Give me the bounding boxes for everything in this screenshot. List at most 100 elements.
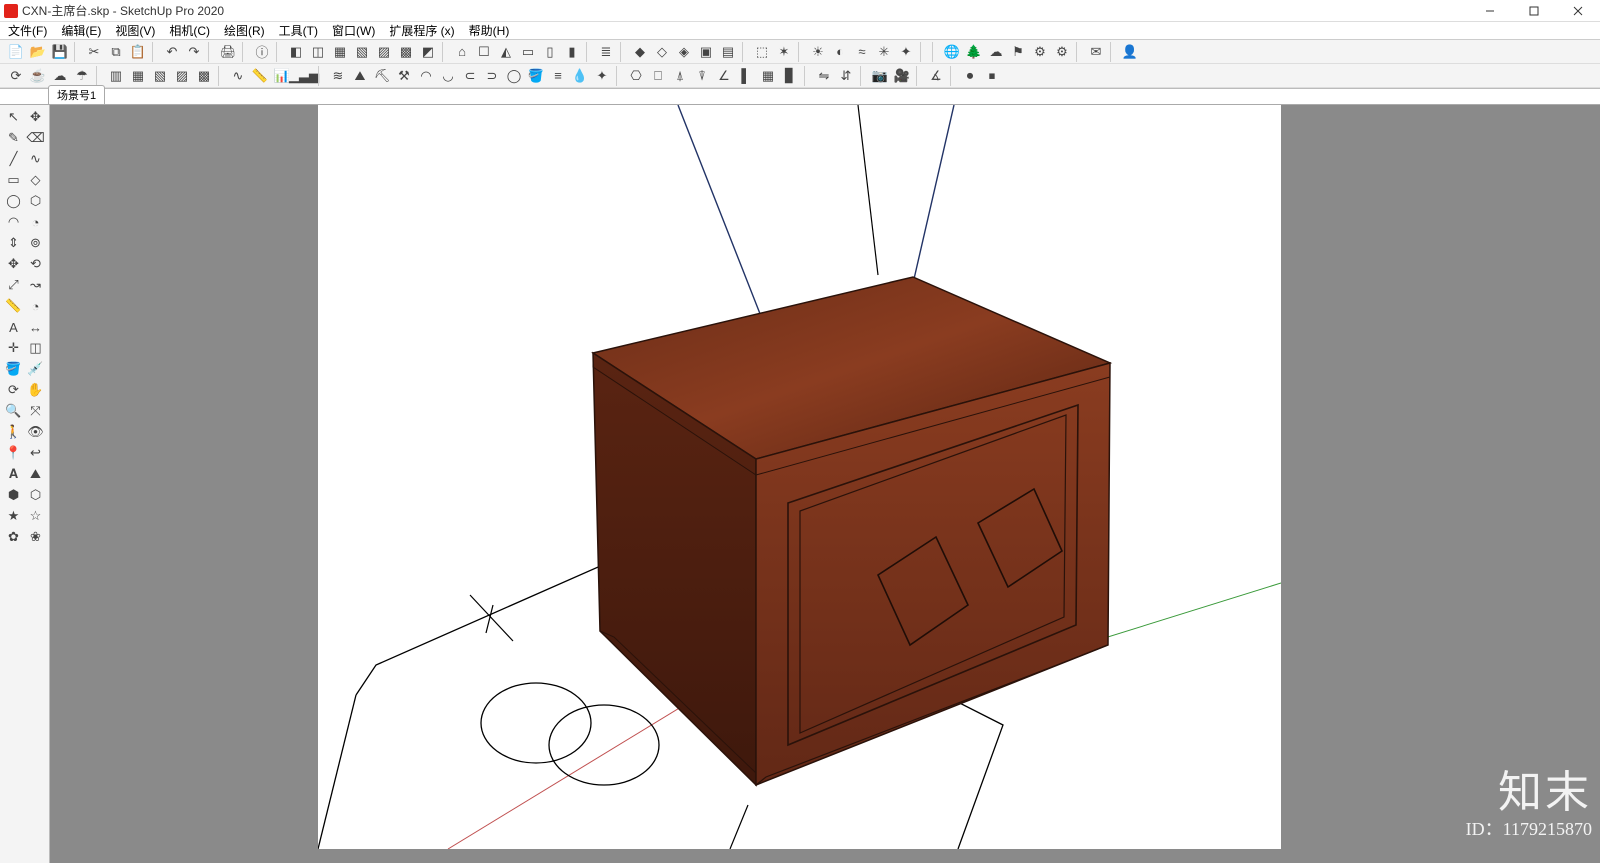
- cut-icon[interactable]: ✂: [84, 42, 104, 62]
- line-icon[interactable]: ╱: [4, 149, 24, 169]
- slope-icon[interactable]: ∠: [714, 66, 734, 86]
- cam2-icon[interactable]: 🎥: [892, 66, 912, 86]
- print-icon[interactable]: 🖨: [218, 42, 238, 62]
- style-icon[interactable]: ✦: [896, 42, 916, 62]
- arc1-icon[interactable]: ◠: [416, 66, 436, 86]
- follow-icon[interactable]: ↝: [26, 275, 46, 295]
- scale-icon[interactable]: ⤢: [4, 275, 24, 295]
- sun-icon[interactable]: ☀: [808, 42, 828, 62]
- save-icon[interactable]: 💾: [50, 42, 70, 62]
- fog-icon[interactable]: ≈: [852, 42, 872, 62]
- comp5-icon[interactable]: ▤: [718, 42, 738, 62]
- paste-icon[interactable]: 📋: [128, 42, 148, 62]
- layers-icon[interactable]: ≣: [596, 42, 616, 62]
- maximize-button[interactable]: [1512, 0, 1556, 22]
- cube-wire-icon[interactable]: ◫: [308, 42, 328, 62]
- freehand-icon[interactable]: ∿: [26, 149, 46, 169]
- cube-shaded-icon[interactable]: ▨: [374, 42, 394, 62]
- win3-icon[interactable]: ▧: [150, 66, 170, 86]
- stack-icon[interactable]: ≡: [548, 66, 568, 86]
- comp3-icon[interactable]: ◈: [674, 42, 694, 62]
- menu-view[interactable]: 视图(V): [111, 22, 159, 39]
- cube-tex-icon[interactable]: ▩: [396, 42, 416, 62]
- comp1-icon[interactable]: ◆: [630, 42, 650, 62]
- road1-icon[interactable]: ⎔: [626, 66, 646, 86]
- iso-icon[interactable]: ◭: [496, 42, 516, 62]
- paint-icon[interactable]: 🪣: [4, 359, 24, 379]
- north-icon[interactable]: ✳: [874, 42, 894, 62]
- file-new-icon[interactable]: 📄: [6, 42, 26, 62]
- menu-edit[interactable]: 编辑(E): [57, 22, 105, 39]
- pushpull-icon[interactable]: ⇕: [4, 233, 24, 253]
- menu-window[interactable]: 窗口(W): [328, 22, 379, 39]
- minimize-button[interactable]: [1468, 0, 1512, 22]
- cube-hidden-icon[interactable]: ▧: [352, 42, 372, 62]
- viewport[interactable]: [50, 105, 1600, 863]
- cube-mono-icon[interactable]: ▦: [330, 42, 350, 62]
- scene-tab-1[interactable]: 场景号1: [48, 85, 105, 104]
- pie-icon[interactable]: ◔: [26, 212, 46, 232]
- polygon-icon[interactable]: ⬡: [26, 191, 46, 211]
- cube-xray-icon[interactable]: ◩: [418, 42, 438, 62]
- sample-icon[interactable]: 💉: [26, 359, 46, 379]
- menu-help[interactable]: 帮助(H): [465, 22, 514, 39]
- bars-icon[interactable]: ▁▃▅: [294, 66, 314, 86]
- win2-icon[interactable]: ▦: [128, 66, 148, 86]
- sandbox2-icon[interactable]: ⛰: [350, 66, 370, 86]
- comp4-icon[interactable]: ▣: [696, 42, 716, 62]
- grid-icon[interactable]: ▦: [758, 66, 778, 86]
- globe-icon[interactable]: 🌐: [942, 42, 962, 62]
- model-info-icon[interactable]: ⓘ: [252, 42, 272, 62]
- rect-icon[interactable]: ▭: [4, 170, 24, 190]
- menu-file[interactable]: 文件(F): [4, 22, 51, 39]
- flip-icon[interactable]: ⇵: [836, 66, 856, 86]
- house-icon[interactable]: ⌂: [452, 42, 472, 62]
- model-canvas[interactable]: [318, 105, 1281, 849]
- win5-icon[interactable]: ▩: [194, 66, 214, 86]
- flag-icon[interactable]: ⚑: [1008, 42, 1028, 62]
- sandbox1-icon[interactable]: ≋: [328, 66, 348, 86]
- pan-icon[interactable]: ✋: [26, 380, 46, 400]
- curve-icon[interactable]: ∿: [228, 66, 248, 86]
- solid1-icon[interactable]: ⬢: [4, 485, 24, 505]
- menu-tools[interactable]: 工具(T): [275, 22, 322, 39]
- road4-icon[interactable]: ⍒: [692, 66, 712, 86]
- zoom-icon[interactable]: 🔍: [4, 401, 24, 421]
- col-icon[interactable]: ▊: [780, 66, 800, 86]
- rotate-icon[interactable]: ⟲: [26, 254, 46, 274]
- angle-icon[interactable]: ∡: [926, 66, 946, 86]
- menu-draw[interactable]: 绘图(R): [220, 22, 269, 39]
- teapot-icon[interactable]: ☕: [28, 66, 48, 86]
- orbit-icon[interactable]: ⟳: [4, 380, 24, 400]
- sandbox-icon[interactable]: ⛰: [26, 464, 46, 484]
- ext2-icon[interactable]: ☆: [26, 506, 46, 526]
- comp2-icon[interactable]: ◇: [652, 42, 672, 62]
- rec2-icon[interactable]: ⏹: [982, 66, 1002, 86]
- walk-icon[interactable]: 🚶: [4, 422, 24, 442]
- paint-icon[interactable]: 🪣: [526, 66, 546, 86]
- cloud-icon[interactable]: ☁: [986, 42, 1006, 62]
- look-icon[interactable]: 👁: [26, 422, 46, 442]
- zoom-ext-icon[interactable]: ⤧: [26, 401, 46, 421]
- arc3-icon[interactable]: ⊂: [460, 66, 480, 86]
- solid2-icon[interactable]: ⬡: [26, 485, 46, 505]
- close-button[interactable]: [1556, 0, 1600, 22]
- wall-icon[interactable]: ▌: [736, 66, 756, 86]
- group-icon[interactable]: ⬚: [752, 42, 772, 62]
- dim-icon[interactable]: ↔: [26, 317, 46, 337]
- user-icon[interactable]: 👤: [1120, 42, 1140, 62]
- section-icon[interactable]: ◫: [26, 338, 46, 358]
- menu-camera[interactable]: 相机(C): [165, 22, 214, 39]
- cam1-icon[interactable]: 📷: [870, 66, 890, 86]
- weather-icon[interactable]: ☂: [72, 66, 92, 86]
- win1-icon[interactable]: ▥: [106, 66, 126, 86]
- tape-icon[interactable]: 📏: [4, 296, 24, 316]
- arc-icon[interactable]: ◠: [4, 212, 24, 232]
- copy-icon[interactable]: ⧉: [106, 42, 126, 62]
- menu-extensions[interactable]: 扩展程序 (x): [385, 22, 458, 39]
- arc5-icon[interactable]: ◯: [504, 66, 524, 86]
- win4-icon[interactable]: ▨: [172, 66, 192, 86]
- road3-icon[interactable]: ⍋: [670, 66, 690, 86]
- ext1-icon[interactable]: ★: [4, 506, 24, 526]
- lasso-icon[interactable]: ✥: [26, 107, 46, 127]
